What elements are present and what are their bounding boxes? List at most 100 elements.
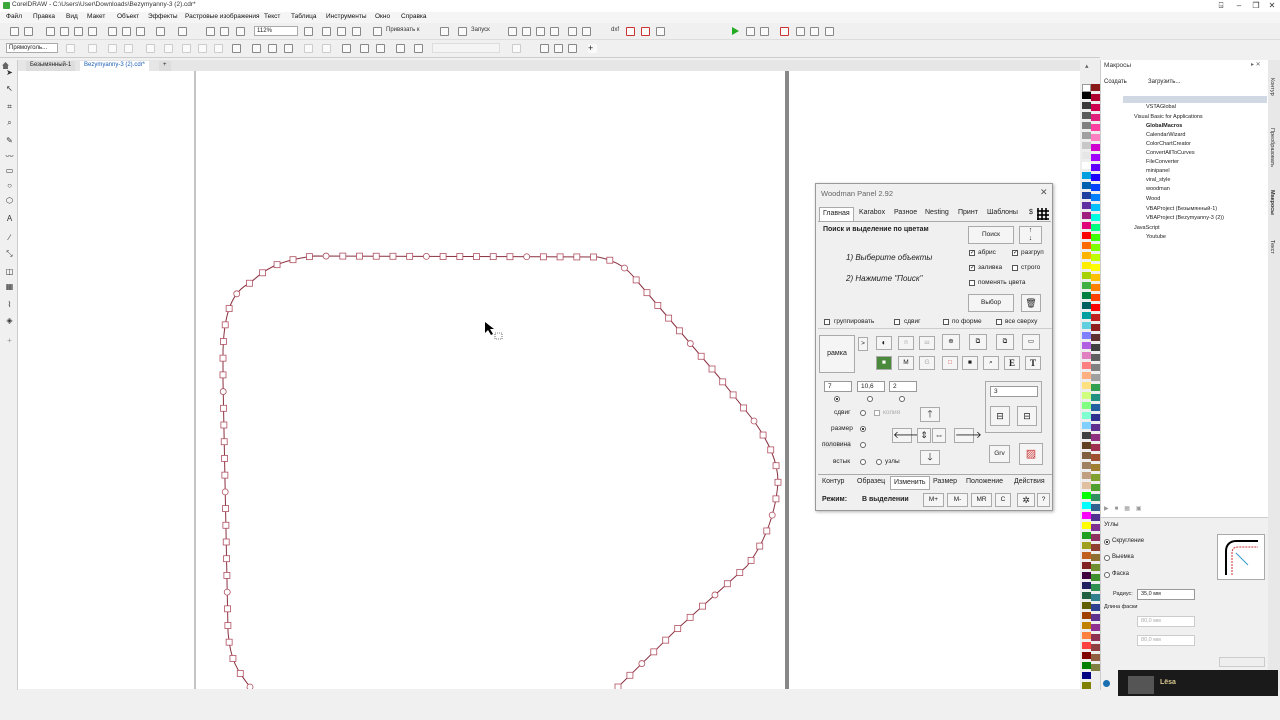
curve-node[interactable] [767,446,775,454]
color-swatch[interactable] [1082,632,1091,639]
cut-icon[interactable] [108,27,117,36]
tab-karabox[interactable]: Karabox [856,207,888,221]
color-swatch[interactable] [1082,282,1091,289]
color-swatch[interactable] [1082,372,1091,379]
curve-node[interactable] [356,252,363,260]
group-checkbox[interactable] [824,319,830,325]
align-vertical-icon[interactable]: ⇕ [917,428,931,443]
memory-recall-button[interactable]: MR [971,493,992,507]
macro-tool-9-icon[interactable] [656,27,665,36]
show-grid-icon[interactable] [337,27,346,36]
color-swatch[interactable] [1091,254,1100,261]
curve-node[interactable] [772,495,780,503]
shift-checkbox[interactable] [894,319,900,325]
color-swatch[interactable] [1091,494,1100,501]
curve-node[interactable] [699,602,706,610]
color-swatch[interactable] [1091,534,1100,541]
polygon-tool-icon[interactable]: ⬡ [5,196,14,205]
curve-node[interactable] [523,253,531,261]
color-swatch[interactable] [1091,504,1100,511]
color-swatch[interactable] [1091,594,1100,601]
color-swatch[interactable] [1082,412,1091,419]
select-button[interactable]: Выбор [968,294,1014,312]
curve-node[interactable] [654,301,662,309]
curve-node[interactable] [406,252,414,260]
black-square-icon[interactable]: ■ [962,356,978,370]
tab-main[interactable]: Главная [819,207,854,221]
curve-node[interactable] [219,354,227,362]
notification-toast[interactable]: Lёsa [1118,670,1278,696]
connector-tool-icon[interactable]: ⤡ [5,249,14,258]
save-icon[interactable] [46,27,55,36]
arrange-tool-2-icon[interactable]: ⧉ [996,334,1014,350]
palette-scroll-up-icon[interactable]: ▴ [1085,62,1089,70]
undo-icon[interactable] [156,27,165,36]
parallel-dimension-icon[interactable]: ∕ [5,233,14,242]
color-swatch[interactable] [1091,414,1100,421]
curve-node[interactable] [606,256,614,264]
color-swatch[interactable] [1091,354,1100,361]
color-swatch[interactable] [1082,152,1091,159]
color-swatch[interactable] [1082,162,1091,169]
snap-icon[interactable] [373,27,382,36]
color-swatch[interactable] [1091,344,1100,351]
sh-tool-icon[interactable]: ш [919,336,935,350]
macro-tree-item[interactable]: Visual Basic for Applications [1134,114,1203,120]
color-swatch[interactable] [1082,552,1091,559]
node-tool-14-icon[interactable] [304,44,313,53]
node-tool-19-icon[interactable] [396,44,405,53]
curve-node[interactable] [221,321,229,329]
curve-smoothness-slider[interactable] [432,43,500,53]
curve-node[interactable] [539,253,547,261]
color-swatch[interactable] [1091,514,1100,521]
cloud-icon[interactable] [74,27,83,36]
curve-node[interactable] [614,683,622,689]
color-swatch[interactable] [1082,262,1091,269]
color-swatch[interactable] [1082,672,1091,679]
copy-checkbox[interactable] [874,410,880,416]
color-swatch[interactable] [1082,592,1091,599]
chamfer-a-input[interactable]: 80,0 мм [1137,616,1195,627]
tab-misc[interactable]: Разное [891,207,920,221]
curve-node[interactable] [223,555,230,563]
curve-node[interactable] [632,276,640,284]
color-swatch[interactable] [1082,132,1091,139]
artistic-media-icon[interactable]: 〰 [5,152,14,161]
curve-node[interactable] [573,253,581,261]
macro-tool-1-icon[interactable] [508,27,517,36]
curve-node[interactable] [759,431,767,439]
macro-tree-item[interactable]: woodman [1146,186,1170,192]
curve-node[interactable] [236,670,244,677]
color-swatch[interactable] [1082,312,1091,319]
color-swatch[interactable] [1082,462,1091,469]
export-icon[interactable] [220,27,229,36]
node-tool-15-icon[interactable] [322,44,331,53]
options-gear-icon[interactable] [440,27,449,36]
curve-node[interactable] [372,252,380,260]
curve-node[interactable] [719,378,727,386]
color-swatch[interactable] [1091,374,1100,381]
color-swatch[interactable] [1091,284,1100,291]
zoom-level-select[interactable]: 112% [254,26,298,36]
curve-node[interactable] [246,683,254,689]
load-macro-button[interactable]: Загрузить... [1148,79,1180,85]
grv-button[interactable]: Grv [989,445,1010,463]
align-horizontal-icon[interactable]: ⇔ [932,428,946,443]
color-swatch[interactable] [1091,124,1100,131]
run-macro-icon[interactable] [732,27,739,35]
curve-node[interactable] [697,352,705,360]
color-swatch[interactable] [1091,134,1100,141]
value-input-3[interactable]: 2 [889,381,917,392]
grid-menu-icon[interactable] [1037,208,1049,220]
value-input-1[interactable]: 7 [824,381,852,392]
node-tool-21-icon[interactable] [512,44,521,53]
color-swatch[interactable] [1082,642,1091,649]
color-swatch[interactable] [1082,322,1091,329]
macro-tree-item[interactable]: GlobalMacros [1146,123,1182,129]
color-swatch[interactable] [1091,554,1100,561]
tab-print[interactable]: Принт [955,207,981,221]
color-swatch[interactable] [1091,364,1100,371]
curve-node[interactable] [711,591,719,599]
color-swatch[interactable] [1091,314,1100,321]
close-window-button[interactable]: ✕ [1265,0,1279,11]
